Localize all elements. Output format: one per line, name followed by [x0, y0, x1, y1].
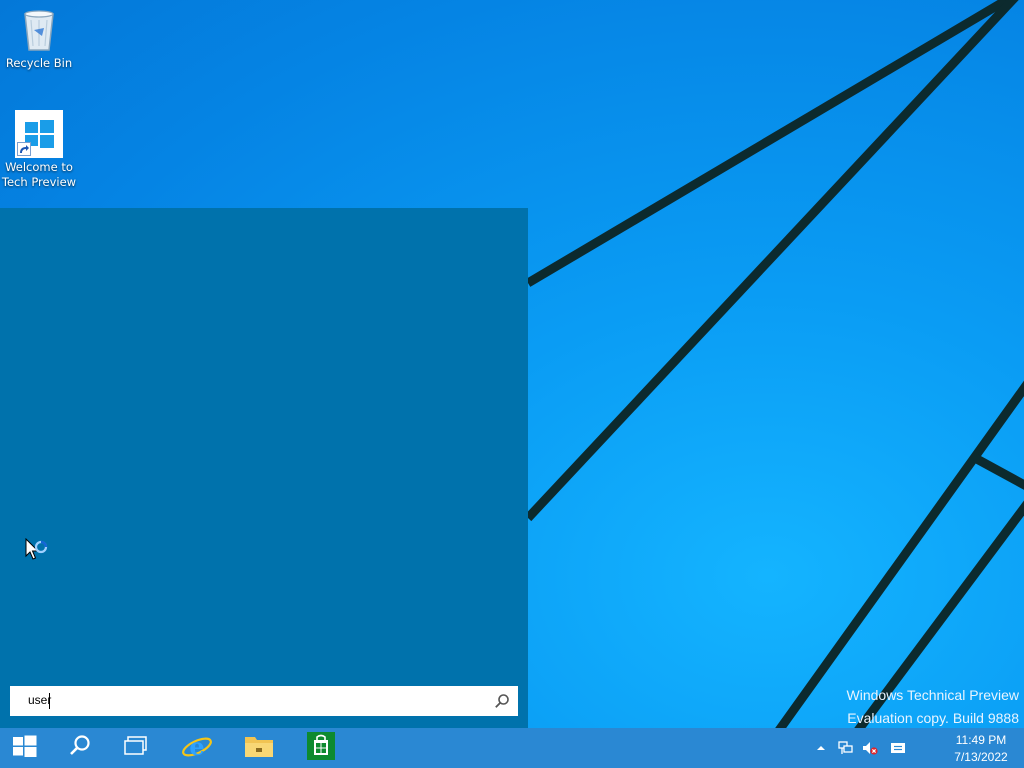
- start-search-panel: [0, 208, 528, 728]
- clock-date: 7/13/2022: [954, 750, 1008, 764]
- desktop[interactable]: Recycle Bin Welcome to Tech Preview user: [0, 0, 1024, 768]
- taskbar: e 11:49 PM 7/13/2022: [0, 728, 1024, 768]
- watermark-line2: Evaluation copy. Build 9888: [847, 710, 1019, 726]
- store-button[interactable]: [296, 728, 346, 768]
- taskbar-search-button[interactable]: [56, 728, 104, 768]
- taskbar-clock[interactable]: 11:49 PM 7/13/2022: [938, 732, 1024, 766]
- task-view-icon: [123, 735, 149, 761]
- watermark-line1: Windows Technical Preview: [846, 687, 1019, 703]
- volume-muted-icon[interactable]: [862, 740, 878, 756]
- show-hidden-icons-icon[interactable]: [813, 740, 829, 756]
- welcome-label-line1: Welcome to: [5, 160, 73, 174]
- clock-time: 11:49 PM: [955, 733, 1007, 747]
- task-view-button[interactable]: [112, 728, 160, 768]
- svg-text:e: e: [189, 732, 204, 761]
- search-input[interactable]: user: [10, 686, 518, 716]
- action-center-icon[interactable]: [890, 740, 906, 756]
- network-icon[interactable]: [838, 740, 854, 756]
- busy-cursor-icon: [25, 537, 51, 570]
- recycle-bin-label: Recycle Bin: [5, 56, 73, 70]
- text-caret: [49, 693, 50, 709]
- start-icon: [12, 734, 38, 762]
- evaluation-watermark: Windows Technical Preview Evaluation cop…: [847, 684, 1019, 730]
- file-explorer-button[interactable]: [234, 728, 284, 768]
- search-icon[interactable]: [494, 693, 510, 713]
- internet-explorer-icon: e: [181, 731, 213, 765]
- file-explorer-icon: [244, 733, 274, 763]
- recycle-bin-shortcut[interactable]: Recycle Bin: [1, 6, 77, 71]
- store-icon: [306, 731, 336, 765]
- recycle-bin-icon: [15, 6, 63, 54]
- windows-logo-icon: [15, 110, 63, 158]
- welcome-label-line2: Tech Preview: [1, 175, 77, 189]
- search-input-value: user: [28, 693, 52, 707]
- internet-explorer-button[interactable]: e: [172, 728, 222, 768]
- shortcut-arrow-icon: [17, 142, 31, 156]
- welcome-to-tech-preview-shortcut[interactable]: Welcome to Tech Preview: [1, 110, 77, 190]
- search-icon: [68, 734, 92, 762]
- start-button[interactable]: [0, 728, 50, 768]
